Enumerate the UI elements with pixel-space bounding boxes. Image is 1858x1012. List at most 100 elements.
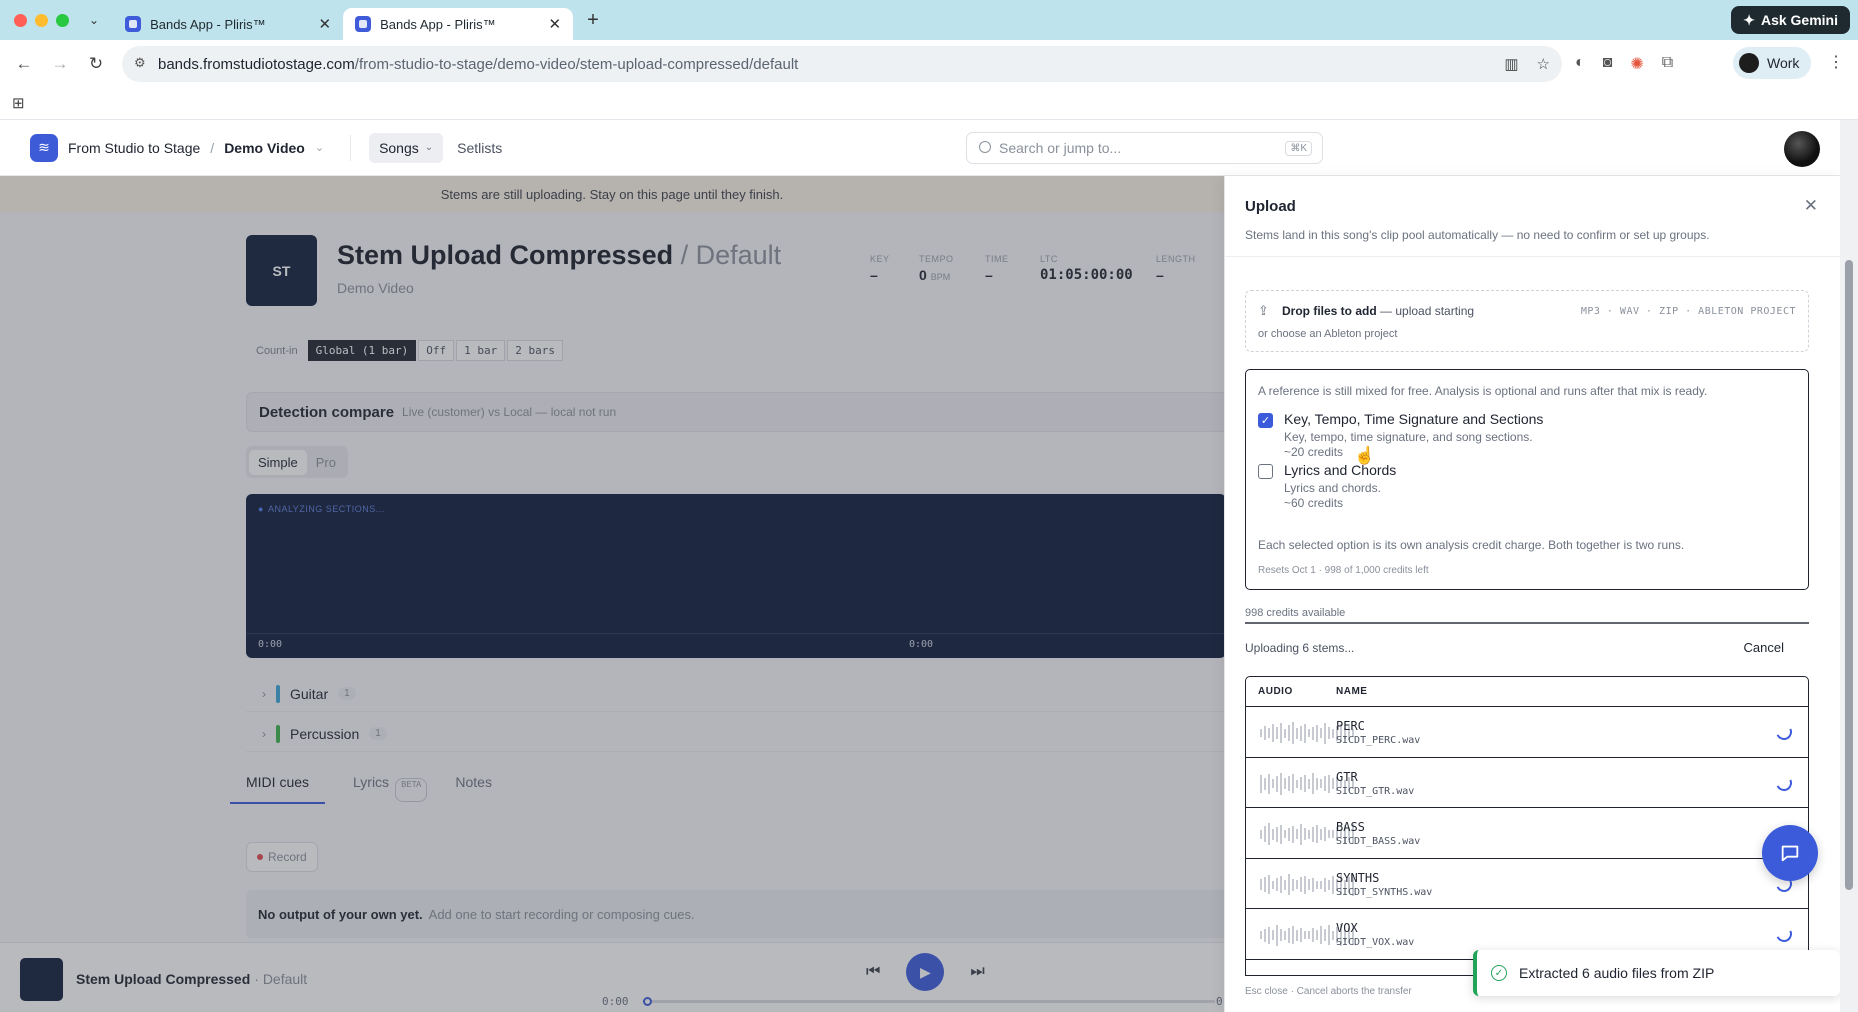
meta-tempo-label: TEMPO <box>919 254 954 264</box>
search-input[interactable]: Search or jump to... ⌘K <box>966 132 1323 164</box>
player-progress-knob[interactable] <box>643 997 652 1006</box>
browser-menu-kebab-icon[interactable]: ⋮ <box>1828 52 1844 72</box>
mode-simple[interactable]: Simple <box>249 449 307 475</box>
meta-ltc-value: 01:05:00:00 <box>1040 267 1133 283</box>
mode-pro[interactable]: Pro <box>307 450 345 475</box>
choose-ableton-link[interactable]: or choose an Ableton project <box>1258 328 1397 340</box>
waveform-bar <box>1260 931 1262 939</box>
credits-reset-note: Resets Oct 1 · 998 of 1,000 credits left <box>1258 565 1429 576</box>
lens-extension-icon[interactable]: ◐ <box>1575 54 1585 74</box>
claude-extension-icon[interactable]: ✺ <box>1630 54 1643 74</box>
waveform-bar <box>1320 779 1322 788</box>
player-title: Stem Upload Compressed <box>76 971 251 987</box>
close-icon[interactable]: ✕ <box>1804 196 1818 216</box>
analyzing-status: ANALYZING SECTIONS... <box>258 504 385 514</box>
apps-grid-icon[interactable]: ⊞ <box>12 94 25 112</box>
puzzle-extensions-icon[interactable]: ⧉ <box>1662 54 1673 74</box>
browser-tab-2[interactable]: Bands App - Pliris™ ✕ <box>343 8 574 40</box>
record-button[interactable]: Record <box>246 842 318 872</box>
count-in-1-bar[interactable]: 1 bar <box>456 340 506 361</box>
checkbox-unchecked-icon[interactable] <box>1258 464 1273 479</box>
page-scrollbar[interactable] <box>1840 120 1858 1012</box>
chat-support-button[interactable] <box>1762 825 1818 881</box>
waveform-bar <box>1264 826 1266 842</box>
stem-row[interactable]: BASS SICDT_BASS.wav <box>1246 808 1808 859</box>
minimize-window-button[interactable] <box>35 13 48 27</box>
count-in-2-bars[interactable]: 2 bars <box>507 340 564 361</box>
count-in-off[interactable]: Off <box>418 340 455 361</box>
track-color-swatch <box>276 684 280 703</box>
file-drop-zone[interactable]: ⇪ Drop files to add — upload starting MP… <box>1245 290 1809 352</box>
address-bar[interactable]: ⚙ bands.fromstudiotostage.com/from-studi… <box>122 46 1562 82</box>
browser-tab-1[interactable]: Bands App - Pliris™ ✕ <box>113 8 343 40</box>
stem-row[interactable]: SYNTHS SICDT_SYNTHS.wav <box>1246 859 1808 909</box>
option-credits: ~20 credits <box>1284 445 1344 459</box>
skip-back-icon[interactable]: ⏮ <box>866 963 880 981</box>
close-tab-icon[interactable]: ✕ <box>548 15 561 33</box>
waveform-bar <box>1280 929 1282 941</box>
breadcrumb-project[interactable]: Demo Video <box>224 140 305 156</box>
skip-forward-icon[interactable]: ⏭ <box>970 963 984 981</box>
track-count-badge: 1 <box>369 727 387 740</box>
waveform-bar <box>1300 877 1302 892</box>
cancel-upload-button[interactable]: Cancel <box>1744 640 1784 655</box>
waveform-bar <box>1296 829 1298 839</box>
waveform-bar <box>1312 877 1314 892</box>
success-toast: ✓ Extracted 6 audio files from ZIP <box>1473 950 1840 996</box>
nav-setlists[interactable]: Setlists <box>457 140 502 156</box>
song-page: Stems are still uploading. Stay on this … <box>0 176 1224 942</box>
nav-songs[interactable]: Songs ⌄ <box>369 132 444 163</box>
maximize-window-button[interactable] <box>56 13 69 27</box>
upload-icon: ⇪ <box>1258 303 1269 318</box>
upload-panel: Upload ✕ Stems land in this song's clip … <box>1224 176 1841 1012</box>
waveform-bar <box>1328 774 1330 793</box>
meta-ltc-label: LTC <box>1040 254 1058 264</box>
tab-list-chevron-icon[interactable]: ⌄ <box>89 13 99 27</box>
tab-notes[interactable]: Notes <box>455 774 492 804</box>
site-settings-icon[interactable]: ⚙ <box>134 55 146 71</box>
tab-lyrics[interactable]: Lyrics BETA <box>353 774 428 804</box>
chevron-right-icon[interactable]: › <box>262 727 266 741</box>
close-tab-icon[interactable]: ✕ <box>318 15 331 33</box>
ask-gemini-button[interactable]: ✦ Ask Gemini <box>1731 6 1850 34</box>
waveform-bar <box>1324 776 1326 791</box>
waveform-bar <box>1332 930 1334 940</box>
stem-row[interactable]: GTR SICDT_GTR.wav <box>1246 758 1808 808</box>
waveform-bar <box>1304 775 1306 792</box>
track-row-percussion[interactable]: › Percussion 1 <box>246 716 1224 752</box>
waveform-bar <box>1276 826 1278 842</box>
stems-table-body: PERC SICDT_PERC.wav GTR SICDT_GTR.wav BASS SI… <box>1246 707 1808 960</box>
waveform-panel[interactable]: ANALYZING SECTIONS... 0:00 0:00 <box>246 494 1224 658</box>
user-avatar[interactable] <box>1784 131 1820 167</box>
app-logo-icon[interactable]: ≋ <box>30 133 58 162</box>
camera-extension-icon[interactable]: ◙ <box>1603 54 1613 74</box>
chevron-down-icon[interactable]: ⌄ <box>315 141 324 154</box>
stem-row[interactable]: PERC SICDT_PERC.wav <box>1246 707 1808 758</box>
waveform-bar <box>1280 824 1282 844</box>
count-in-global[interactable]: Global (1 bar) <box>307 340 417 361</box>
play-button[interactable]: ▶ <box>906 953 945 991</box>
waveform-bar <box>1320 728 1322 738</box>
bookmark-star-icon[interactable]: ☆ <box>1537 55 1550 73</box>
waveform-bar <box>1312 826 1314 842</box>
scrollbar-thumb[interactable] <box>1845 260 1853 890</box>
track-row-guitar[interactable]: › Guitar 1 <box>246 676 1224 712</box>
breadcrumb-org[interactable]: From Studio to Stage <box>68 140 200 156</box>
back-arrow-icon[interactable]: ← <box>10 50 38 78</box>
tab-midi-cues[interactable]: MIDI cues <box>230 774 326 804</box>
reload-icon[interactable]: ↻ <box>82 50 110 78</box>
new-tab-plus-icon[interactable]: + <box>587 9 599 32</box>
profile-chip[interactable]: Work <box>1733 47 1811 79</box>
waveform-bar <box>1324 877 1326 892</box>
meta-length-value: – <box>1156 267 1164 283</box>
waveform-bar <box>1284 830 1286 838</box>
forward-arrow-icon[interactable]: → <box>46 50 74 78</box>
song-title: Stem Upload Compressed <box>337 240 674 270</box>
checkbox-checked-icon[interactable]: ✓ <box>1258 413 1273 428</box>
reading-mode-icon[interactable]: ▥ <box>1504 55 1518 73</box>
close-window-button[interactable] <box>14 13 27 27</box>
waveform-bar <box>1300 777 1302 790</box>
player-progress-bar[interactable] <box>643 997 1215 1006</box>
chevron-right-icon[interactable]: › <box>262 687 266 701</box>
waveform-bar <box>1296 880 1298 889</box>
